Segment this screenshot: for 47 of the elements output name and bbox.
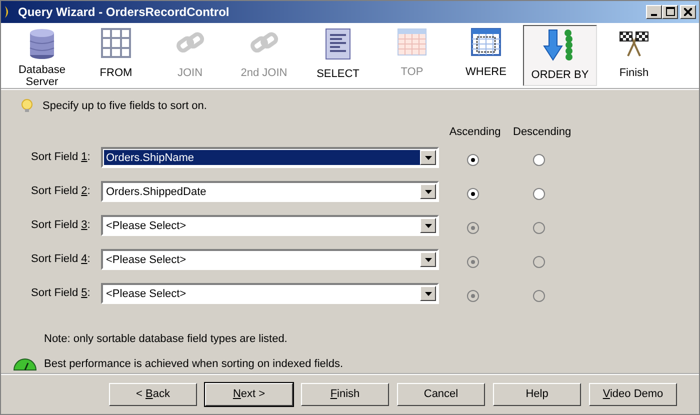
filter-table-icon [471,28,501,56]
dialog-button[interactable]: Finish [301,382,389,406]
close-button[interactable] [680,4,696,19]
column-header: Ascending [448,125,502,140]
lightbulb-icon [21,98,33,113]
dialog-button[interactable]: Help [493,382,581,406]
field-label: Sort Field 3: [31,218,92,234]
performance-tip: Best performance is achieved when sorting on indexed fields. [44,357,344,372]
caret-icon [424,292,432,296]
caret-icon [424,258,432,262]
window-title: Query Wizard - OrdersRecordControl [18,4,230,21]
dialog-button[interactable]: Video Demo [589,382,677,406]
wizard-step-tab[interactable]: WHERE [449,24,523,86]
table-icon [397,28,427,56]
dialog-button[interactable]: Next > [205,382,293,406]
field-label: Sort Field 2: [31,184,92,200]
caret-icon [424,224,432,228]
wizard-step-tab[interactable]: Database Server [5,24,79,86]
ascending-radio[interactable] [467,152,479,164]
sort-field-dropdown[interactable]: Orders.ShippedDate [101,181,439,202]
maximize-icon [666,7,674,16]
wizard-step-tab[interactable]: SELECT [301,24,375,86]
maximize-button[interactable] [662,4,678,19]
ascending-radio[interactable] [467,186,479,198]
hint-text: Specify up to five fields to sort on. [42,98,207,114]
caret-icon [424,156,432,160]
field-label: Sort Field 5: [31,286,92,302]
descending-radio[interactable] [533,186,545,198]
grid-icon [101,28,131,58]
minimize-button[interactable] [646,4,662,19]
wizard-step-tab[interactable]: FROM [79,24,153,86]
gauge-icon [13,358,37,371]
dialog-button[interactable]: Cancel [397,382,485,406]
close-icon [684,8,692,16]
field-label: Sort Field 4: [31,252,92,268]
document-list-icon [325,28,351,60]
field-label: Sort Field 1: [31,150,92,166]
minimize-icon [651,14,657,16]
note-text: Note: only sortable database field types are listed. [44,332,288,347]
database-icon [27,28,57,60]
descending-radio[interactable] [533,152,545,164]
caret-icon [424,190,432,194]
sort-field-dropdown[interactable]: Orders.ShipName [101,147,439,168]
wizard-step-tab[interactable]: ORDER BY [523,24,597,86]
wizard-step-tab[interactable]: Finish [597,24,671,86]
column-header: Descending [513,125,569,140]
dialog-button[interactable]: < Back [109,382,197,406]
